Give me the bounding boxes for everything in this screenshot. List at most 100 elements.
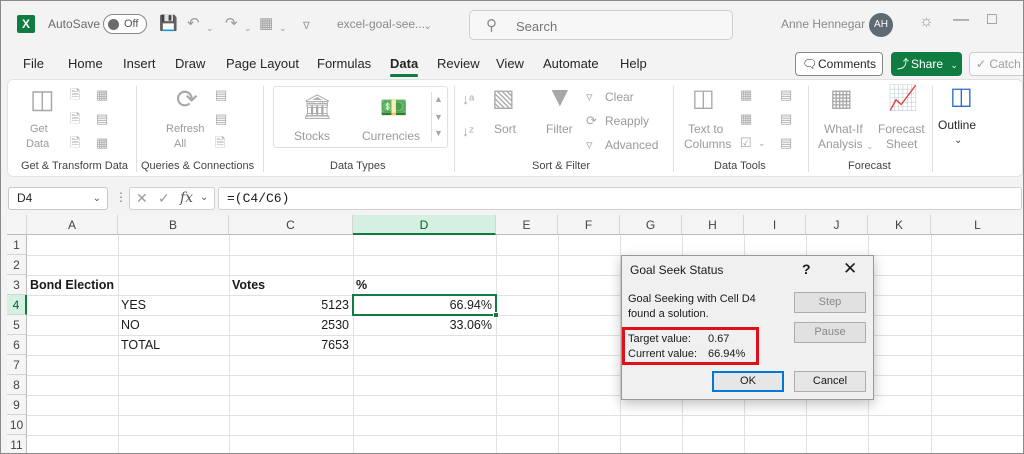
data-model-icon[interactable]: ▤ bbox=[780, 136, 792, 150]
queries-icon[interactable]: ▤ bbox=[215, 88, 227, 102]
sort-descending-icon[interactable]: ↓ᶻ bbox=[462, 124, 474, 138]
forecast-sheet-label-2[interactable]: Sheet bbox=[886, 137, 917, 151]
search-box[interactable]: ⚲ bbox=[469, 10, 733, 40]
reapply-icon[interactable]: ⟳ bbox=[586, 114, 597, 128]
cell-d3[interactable]: % bbox=[356, 276, 367, 295]
more-options-icon[interactable]: ⋮ bbox=[115, 190, 127, 204]
name-box-chevron-icon[interactable]: ⌄ bbox=[93, 188, 101, 209]
select-all-corner[interactable] bbox=[7, 215, 27, 235]
search-input[interactable] bbox=[516, 17, 716, 35]
undo-icon[interactable]: ↶ bbox=[187, 15, 200, 33]
tab-home[interactable]: Home bbox=[68, 56, 103, 71]
pause-button[interactable]: Pause bbox=[794, 322, 866, 343]
row-header-8[interactable]: 8 bbox=[7, 375, 27, 395]
clear-icon[interactable]: ▿ bbox=[586, 90, 593, 104]
comments-button[interactable]: 🗨 Comments bbox=[795, 52, 883, 76]
row-header-11[interactable]: 11 bbox=[7, 435, 27, 453]
customize-toolbar-icon[interactable]: ∇ bbox=[303, 18, 310, 36]
from-picture-icon[interactable]: 🗎 bbox=[70, 136, 80, 150]
filter-icon[interactable]: ▼ bbox=[546, 83, 574, 111]
cell-b4[interactable]: YES bbox=[121, 296, 146, 315]
text-to-columns-icon[interactable]: ◫ bbox=[692, 87, 715, 111]
step-button[interactable]: Step bbox=[794, 292, 866, 313]
catch-up-button[interactable]: ✓ Catch bbox=[969, 52, 1023, 76]
sort-icon[interactable]: ▧ bbox=[492, 87, 515, 111]
what-if-label-2[interactable]: Analysis bbox=[818, 137, 863, 151]
relationships-icon[interactable]: ▤ bbox=[780, 112, 792, 126]
from-text-icon[interactable]: 🗎 bbox=[70, 88, 80, 102]
advanced-icon[interactable]: ▿ bbox=[586, 138, 593, 152]
from-table-icon[interactable]: ▦ bbox=[96, 88, 108, 102]
cell-d5[interactable]: 33.06% bbox=[353, 316, 492, 335]
outline-label[interactable]: Outline bbox=[938, 118, 976, 132]
avatar[interactable]: AH bbox=[869, 13, 893, 37]
column-header-d[interactable]: D bbox=[353, 215, 496, 235]
from-web-icon[interactable]: 🗎 bbox=[70, 112, 80, 126]
document-title[interactable]: excel-goal-see... bbox=[337, 17, 425, 31]
outline-icon[interactable]: ◫ bbox=[950, 85, 973, 109]
refresh-all-icon[interactable]: ⟳ bbox=[176, 86, 198, 112]
close-icon[interactable]: ✕ bbox=[843, 259, 857, 279]
what-if-icon[interactable]: ▦ bbox=[830, 87, 853, 111]
text-to-columns-label-1[interactable]: Text to bbox=[688, 122, 723, 136]
forecast-sheet-label-1[interactable]: Forecast bbox=[878, 122, 925, 136]
cell-a3[interactable]: Bond Election bbox=[30, 276, 114, 295]
autosave-toggle[interactable]: Off bbox=[103, 14, 147, 34]
confirm-entry-icon[interactable]: ✓ bbox=[158, 190, 170, 207]
text-to-columns-label-2[interactable]: Columns bbox=[684, 137, 731, 151]
get-data-label-2[interactable]: Data bbox=[26, 137, 49, 151]
cell-c4[interactable]: 5123 bbox=[229, 296, 349, 315]
data-types-scroll[interactable]: ▲ ▼ ▼ bbox=[431, 92, 445, 142]
column-header-j[interactable]: J bbox=[806, 215, 868, 235]
insert-function-icon[interactable]: fx bbox=[180, 190, 193, 206]
outline-chevron-icon[interactable]: ⌄ bbox=[954, 134, 962, 148]
name-box[interactable]: D4 ⌄ bbox=[8, 187, 108, 210]
maximize-icon[interactable]: □ bbox=[987, 11, 997, 29]
column-header-h[interactable]: H bbox=[682, 215, 744, 235]
column-header-i[interactable]: I bbox=[744, 215, 806, 235]
data-validation-icon[interactable]: ☑ bbox=[740, 136, 752, 150]
column-header-l[interactable]: L bbox=[931, 215, 1023, 235]
tab-insert[interactable]: Insert bbox=[123, 56, 156, 71]
consolidate-icon[interactable]: ▤ bbox=[780, 88, 792, 102]
scroll-up-icon[interactable]: ▲ bbox=[434, 92, 443, 106]
tab-review[interactable]: Review bbox=[437, 56, 480, 71]
cell-c3[interactable]: Votes bbox=[232, 276, 265, 295]
clear-label[interactable]: Clear bbox=[605, 90, 634, 104]
forecast-sheet-icon[interactable]: 📈 bbox=[888, 87, 918, 111]
form-icon[interactable]: ▦ bbox=[259, 15, 273, 33]
sort-ascending-icon[interactable]: ↓ᵃ bbox=[462, 92, 474, 106]
data-types-gallery[interactable]: 🏛 Stocks 💵 Currencies bbox=[273, 86, 448, 148]
row-header-6[interactable]: 6 bbox=[7, 335, 27, 355]
what-if-chevron-icon[interactable]: ⌄ bbox=[866, 139, 874, 153]
tab-view[interactable]: View bbox=[496, 56, 524, 71]
get-data-label-1[interactable]: Get bbox=[30, 122, 48, 136]
column-header-f[interactable]: F bbox=[558, 215, 620, 235]
column-header-c[interactable]: C bbox=[229, 215, 353, 235]
help-button[interactable]: ? bbox=[802, 261, 811, 277]
recent-sources-icon[interactable]: ▤ bbox=[96, 112, 108, 126]
cancel-entry-icon[interactable]: ✕ bbox=[136, 190, 148, 207]
tab-data[interactable]: Data bbox=[390, 56, 419, 77]
column-header-g[interactable]: G bbox=[620, 215, 682, 235]
doc-title-chevron-icon[interactable]: ⌄ bbox=[423, 17, 432, 35]
get-data-icon[interactable]: ◫ bbox=[30, 86, 55, 112]
reapply-label[interactable]: Reapply bbox=[605, 114, 649, 128]
refresh-label-1[interactable]: Refresh bbox=[166, 122, 205, 136]
remove-duplicates-icon[interactable]: ▦ bbox=[740, 112, 752, 126]
cell-c5[interactable]: 2530 bbox=[229, 316, 349, 335]
properties-icon[interactable]: ▤ bbox=[215, 112, 227, 126]
row-header-3[interactable]: 3 bbox=[7, 275, 27, 295]
redo-dropdown-icon[interactable]: ⌄ bbox=[244, 19, 252, 37]
tab-file[interactable]: File bbox=[23, 56, 44, 71]
redo-icon[interactable]: ↷ bbox=[225, 15, 238, 33]
advanced-label[interactable]: Advanced bbox=[605, 138, 658, 152]
ok-button[interactable]: OK bbox=[712, 371, 784, 392]
edit-links-icon[interactable]: 🗎 bbox=[215, 136, 225, 150]
tab-page-layout[interactable]: Page Layout bbox=[226, 56, 299, 71]
row-header-10[interactable]: 10 bbox=[7, 415, 27, 435]
existing-connections-icon[interactable]: ▦ bbox=[96, 136, 108, 150]
row-header-5[interactable]: 5 bbox=[7, 315, 27, 335]
more-icon[interactable]: ▼ bbox=[434, 126, 443, 140]
row-header-9[interactable]: 9 bbox=[7, 395, 27, 415]
